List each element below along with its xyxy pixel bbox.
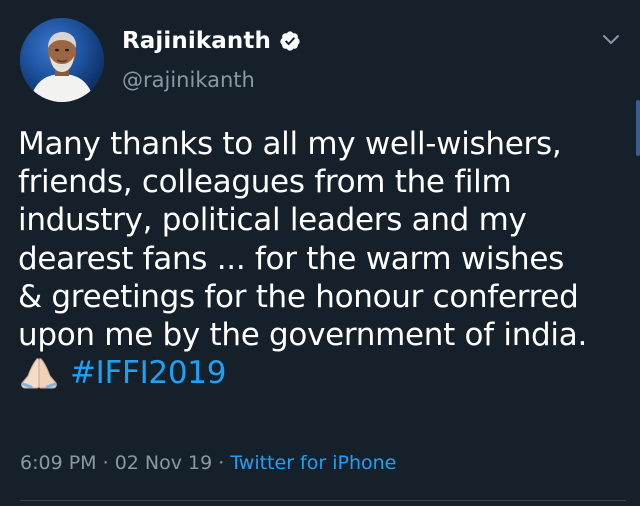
tweet-date[interactable]: 02 Nov 19 bbox=[115, 452, 213, 474]
tweet-line: industry, political leaders and my bbox=[18, 202, 527, 239]
avatar-image bbox=[20, 18, 104, 102]
tweet-source-link[interactable]: Twitter for iPhone bbox=[230, 452, 396, 474]
tweet-line: & greetings for the honour conferred bbox=[18, 278, 579, 315]
meta-separator: · bbox=[96, 452, 115, 474]
folded-hands-icon bbox=[21, 358, 57, 389]
tweet-line: Many thanks to all my well-wishers, bbox=[18, 126, 562, 162]
hashtag-link[interactable]: #IFFI2019 bbox=[70, 354, 226, 392]
chevron-down-icon[interactable] bbox=[602, 33, 620, 47]
tweet-line: dearest fans ... for the warm wishes bbox=[18, 240, 565, 277]
author-handle[interactable]: @rajinikanth bbox=[122, 68, 255, 92]
scrollbar[interactable] bbox=[636, 100, 640, 156]
tweet-line: upon me by the government of india. bbox=[18, 317, 587, 354]
tweet-card: Rajinikanth @rajinikanth Many thanks to … bbox=[0, 0, 640, 506]
verified-badge-icon bbox=[280, 31, 300, 51]
hashtag-line: #IFFI2019 bbox=[18, 354, 628, 392]
author-name-row[interactable]: Rajinikanth bbox=[122, 28, 301, 54]
tweet-time[interactable]: 6:09 PM bbox=[20, 452, 97, 474]
meta-separator: · bbox=[212, 452, 231, 474]
tweet-line: friends, colleagues from the film bbox=[18, 164, 512, 201]
tweet-text: Many thanks to all my well-wishers, frie… bbox=[18, 125, 628, 392]
author-name[interactable]: Rajinikanth bbox=[122, 28, 271, 54]
tweet-meta: 6:09 PM · 02 Nov 19 · Twitter for iPhone bbox=[20, 452, 396, 474]
avatar[interactable] bbox=[20, 18, 104, 102]
divider bbox=[20, 500, 626, 501]
